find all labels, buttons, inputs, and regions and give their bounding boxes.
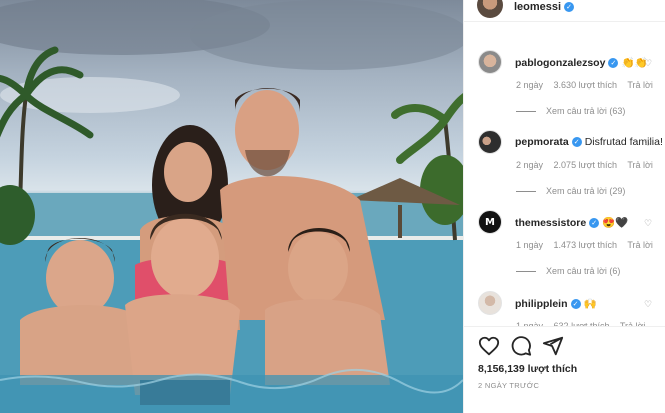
comment-meta: 2 ngày 2.075 lượt thích Trả lời bbox=[516, 160, 661, 170]
comment-time[interactable]: 2 ngày bbox=[516, 160, 543, 170]
verified-badge-icon: ✓ bbox=[564, 2, 575, 12]
comment-avatar[interactable] bbox=[478, 50, 502, 74]
comment-username[interactable]: pablogonzalezsoy ✓ 👏👏 bbox=[515, 56, 648, 69]
family-pool-illustration bbox=[0, 0, 463, 413]
verified-badge-icon: ✓ bbox=[571, 137, 582, 147]
author-username-text[interactable]: leomessi bbox=[514, 1, 561, 13]
comment-likes[interactable]: 2.075 lượt thích bbox=[554, 160, 617, 170]
comment-item: pepmorata ✓ Disfrutad familia! ♡ 2 ngày 2.… bbox=[464, 130, 665, 210]
view-replies-label[interactable]: Xem câu trả lời (29) bbox=[546, 186, 625, 196]
view-replies-line bbox=[516, 190, 536, 192]
post-actions: 8,156,139 lượt thích 2 NGÀY TRƯỚC bbox=[464, 326, 665, 413]
verified-badge-icon: ✓ bbox=[589, 218, 600, 228]
comment-avatar[interactable] bbox=[478, 291, 502, 315]
post-like-count[interactable]: 8,156,139 lượt thích bbox=[478, 363, 577, 375]
comment-like-heart-icon[interactable]: ♡ bbox=[644, 139, 654, 149]
author-avatar[interactable] bbox=[477, 0, 503, 18]
comment-username-text[interactable]: pepmorata bbox=[515, 136, 569, 148]
comment-likes[interactable]: 3.630 lượt thích bbox=[554, 80, 617, 90]
comment-username[interactable]: themessistore ✓ 😍🖤 bbox=[515, 216, 628, 229]
verified-badge-icon: ✓ bbox=[608, 58, 619, 68]
comment-text: 😍🖤 bbox=[602, 217, 629, 229]
reply-button[interactable]: Trả lời bbox=[627, 160, 653, 170]
comment-username[interactable]: pepmorata ✓ Disfrutad familia! bbox=[515, 136, 663, 148]
verified-badge-icon: ✓ bbox=[570, 299, 581, 309]
comment-like-heart-icon[interactable]: ♡ bbox=[644, 219, 654, 229]
comment-item: M themessistore ✓ 😍🖤 ♡ 1 ngày 1.473 lượt t… bbox=[464, 210, 665, 290]
comment-avatar[interactable]: M bbox=[478, 210, 502, 234]
comment-item: pablogonzalezsoy ✓ 👏👏 ♡ 2 ngày 3.630 lượt … bbox=[464, 50, 665, 130]
author-username[interactable]: leomessi ✓ bbox=[514, 1, 575, 13]
comment-text: 🙌 bbox=[583, 298, 597, 310]
view-replies-button[interactable]: Xem câu trả lời (63) bbox=[516, 106, 625, 116]
view-replies-button[interactable]: Xem câu trả lời (29) bbox=[516, 186, 625, 196]
action-icons bbox=[478, 335, 564, 357]
view-replies-line bbox=[516, 270, 536, 272]
comment-username[interactable]: philipplein ✓ 🙌 bbox=[515, 297, 597, 310]
comment-like-heart-icon[interactable]: ♡ bbox=[644, 59, 654, 69]
reply-button[interactable]: Trả lời bbox=[627, 80, 653, 90]
comment-time[interactable]: 2 ngày bbox=[516, 80, 543, 90]
comment-avatar[interactable] bbox=[478, 130, 502, 154]
comment-like-heart-icon[interactable]: ♡ bbox=[644, 300, 654, 310]
comment-username-text[interactable]: pablogonzalezsoy bbox=[515, 57, 605, 69]
post-header: leomessi ✓ bbox=[464, 0, 665, 22]
comment-time[interactable]: 1 ngày bbox=[516, 240, 543, 250]
comment-username-text[interactable]: themessistore bbox=[515, 217, 586, 229]
comment-likes[interactable]: 1.473 lượt thích bbox=[554, 240, 617, 250]
comment-meta: 2 ngày 3.630 lượt thích Trả lời bbox=[516, 80, 661, 90]
comment-username-text[interactable]: philipplein bbox=[515, 298, 568, 310]
heart-icon[interactable] bbox=[478, 335, 500, 357]
reply-button[interactable]: Trả lời bbox=[627, 240, 653, 250]
post-photo[interactable] bbox=[0, 0, 463, 413]
view-replies-label[interactable]: Xem câu trả lời (63) bbox=[546, 106, 625, 116]
post-timestamp[interactable]: 2 NGÀY TRƯỚC bbox=[478, 381, 539, 390]
messi-store-logo-icon: M bbox=[485, 216, 495, 228]
share-icon[interactable] bbox=[542, 335, 564, 357]
comment-icon[interactable] bbox=[510, 335, 532, 357]
view-replies-label[interactable]: Xem câu trả lời (6) bbox=[546, 266, 620, 276]
post-side-panel: leomessi ✓ pablogonzalezsoy ✓ 👏👏 ♡ 2 ngày 3… bbox=[463, 0, 665, 413]
view-replies-line bbox=[516, 110, 536, 112]
view-replies-button[interactable]: Xem câu trả lời (6) bbox=[516, 266, 620, 276]
comment-meta: 1 ngày 1.473 lượt thích Trả lời bbox=[516, 240, 661, 250]
